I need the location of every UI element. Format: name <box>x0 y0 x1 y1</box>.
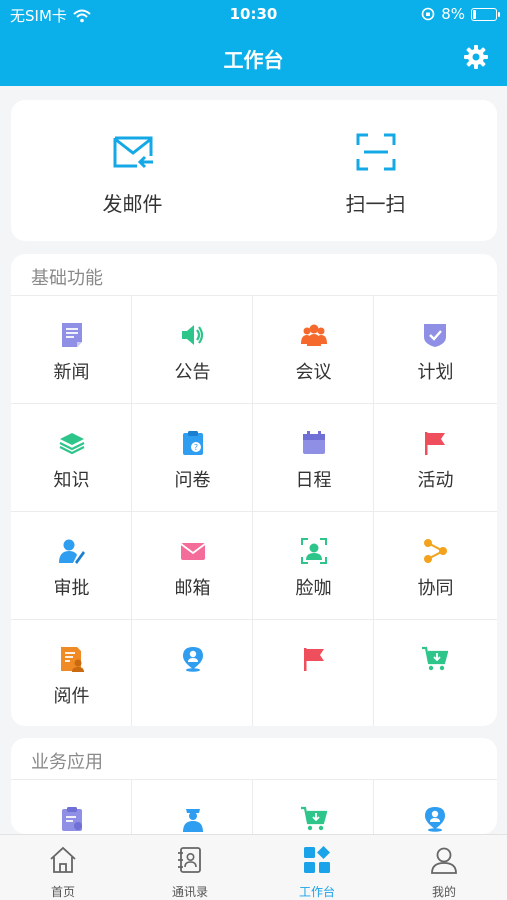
grid-item-face[interactable]: 脸咖 <box>253 512 374 620</box>
face-scan-icon <box>301 538 327 564</box>
business-apps-grid <box>11 779 497 834</box>
location-person-icon <box>183 647 203 672</box>
bottom-tab-bar: 首页 通讯录 工作台 我的 <box>0 834 507 900</box>
quick-actions-card: 发邮件 扫一扫 <box>11 100 497 241</box>
grid-item-label: 审批 <box>53 578 90 599</box>
tab-workbench[interactable]: 工作台 <box>254 835 380 900</box>
grid-item-news[interactable]: 新闻 <box>11 296 132 404</box>
profile-icon <box>431 847 457 874</box>
grid-item-read-doc[interactable]: 阅件 <box>11 620 132 726</box>
approve-icon <box>59 539 85 564</box>
grid-item-label: 活动 <box>417 470 454 491</box>
section-title-basic: 基础功能 <box>31 268 103 289</box>
speaker-icon <box>182 325 204 345</box>
cart-download-icon <box>422 646 448 671</box>
flag-icon <box>425 432 445 455</box>
officer-icon <box>183 809 203 832</box>
grid-item-location[interactable] <box>374 780 497 834</box>
grid-item-label: 脸咖 <box>295 578 332 599</box>
scan-label: 扫一扫 <box>345 192 406 216</box>
grid-item-label: 日程 <box>295 470 332 491</box>
grid-item-meeting[interactable]: 会议 <box>253 296 374 404</box>
gear-icon[interactable] <box>463 44 489 70</box>
grid-item-label: 阅件 <box>53 686 90 707</box>
flag-icon <box>304 648 324 671</box>
tab-label: 首页 <box>50 885 75 899</box>
tab-contacts[interactable]: 通讯录 <box>127 835 253 900</box>
grid-item-activity[interactable]: 活动 <box>374 404 497 512</box>
grid-item-cart[interactable] <box>374 620 497 726</box>
status-bar: 无SIM卡 10:30 8% <box>0 0 507 30</box>
grid-item-label: 问卷 <box>174 470 211 491</box>
read-doc-icon <box>61 647 84 672</box>
plan-shield-icon <box>424 324 446 347</box>
grid-item-officer[interactable] <box>132 780 253 834</box>
grid-item-schedule[interactable]: 日程 <box>253 404 374 512</box>
grid-item-clipboard[interactable] <box>11 780 132 834</box>
news-icon <box>62 323 82 347</box>
page-title: 工作台 <box>223 48 284 72</box>
meeting-icon <box>301 324 327 346</box>
grid-item-questionnaire[interactable]: ? 问卷 <box>132 404 253 512</box>
grid-item-label: 会议 <box>295 362 332 383</box>
grid-item-announcement[interactable]: 公告 <box>132 296 253 404</box>
tab-profile[interactable]: 我的 <box>381 835 507 900</box>
send-mail-button[interactable]: 发邮件 <box>11 100 254 241</box>
grid-item-label: 知识 <box>53 470 90 491</box>
grid-item-flag[interactable] <box>253 620 374 726</box>
grid-item-label: 邮箱 <box>174 578 211 599</box>
send-mail-label: 发邮件 <box>102 192 163 216</box>
scan-button[interactable]: 扫一扫 <box>254 100 497 241</box>
cart-download-icon <box>301 806 327 831</box>
tab-home[interactable]: 首页 <box>0 835 126 900</box>
tab-label: 工作台 <box>298 885 335 899</box>
questionnaire-icon: ? <box>183 431 203 455</box>
app-header: 无SIM卡 10:30 8% 工作台 <box>0 0 507 86</box>
grid-item-knowledge[interactable]: 知识 <box>11 404 132 512</box>
grid-item-label: 计划 <box>417 362 454 383</box>
clipboard-icon <box>62 807 82 831</box>
mailbox-icon <box>180 543 206 560</box>
business-apps-card: 业务应用 <box>11 738 497 834</box>
orientation-lock-icon <box>421 7 435 21</box>
grid-item-location[interactable] <box>132 620 253 726</box>
calendar-icon <box>303 431 325 454</box>
grid-item-label: 协同 <box>417 578 454 599</box>
basic-functions-grid: 新闻 公告 会议 计划 知识 ? 问卷 日程 活动 审批 邮箱 脸咖 协同 阅件 <box>11 295 497 726</box>
scan-icon <box>356 133 396 171</box>
tab-label: 通讯录 <box>171 885 208 899</box>
battery-percent: 8% <box>441 5 465 23</box>
home-icon <box>50 846 76 873</box>
grid-item-label: 新闻 <box>53 362 90 383</box>
battery-icon <box>471 7 500 21</box>
location-person-icon <box>425 807 445 832</box>
svg-text:?: ? <box>194 443 198 452</box>
grid-item-collaborate[interactable]: 协同 <box>374 512 497 620</box>
basic-functions-card: 基础功能 新闻 公告 会议 计划 知识 ? 问卷 日程 活动 审批 邮箱 脸咖 … <box>11 254 497 726</box>
grid-item-mailbox[interactable]: 邮箱 <box>132 512 253 620</box>
section-title-business: 业务应用 <box>31 752 103 773</box>
mail-send-icon <box>113 136 153 169</box>
contacts-icon <box>178 847 201 873</box>
collaborate-icon <box>424 539 447 563</box>
grid-item-cart[interactable] <box>253 780 374 834</box>
grid-item-label: 公告 <box>174 362 211 383</box>
grid-item-plan[interactable]: 计划 <box>374 296 497 404</box>
tab-label: 我的 <box>431 885 456 899</box>
workbench-icon <box>304 846 330 873</box>
grid-item-approval[interactable]: 审批 <box>11 512 132 620</box>
layers-icon <box>59 433 85 455</box>
